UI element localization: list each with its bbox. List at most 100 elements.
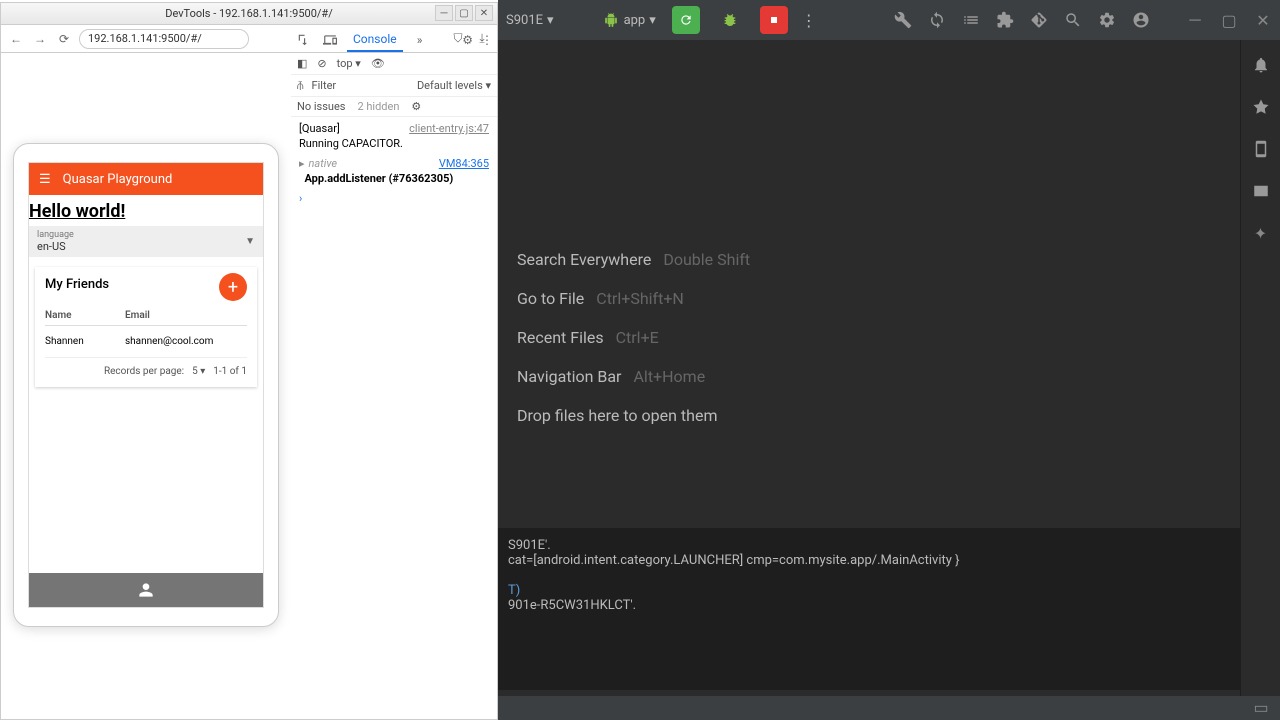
rpp-select[interactable]: 5 ▾	[192, 366, 205, 377]
notifications-icon[interactable]	[1252, 56, 1270, 74]
welcome-search-key: Double Shift	[663, 250, 750, 269]
app-title: Quasar Playground	[63, 172, 173, 187]
select-value: en-US	[37, 240, 255, 253]
log-body: App.addListener (#76362305)	[304, 172, 453, 185]
live-expression-icon[interactable]: 👁	[371, 57, 385, 70]
welcome-nav-key: Alt+Home	[633, 367, 705, 386]
context-selector[interactable]: top ▾	[337, 57, 361, 70]
expand-caret-icon[interactable]: ▸	[299, 157, 305, 170]
ide-run-output[interactable]: S901E'. cat=[android.intent.category.LAU…	[498, 528, 1240, 690]
device-manager-icon[interactable]	[1252, 140, 1270, 158]
log-body: Running CAPACITOR.	[299, 137, 403, 150]
log-source-link[interactable]: client-entry.js:47	[409, 121, 489, 136]
run-button[interactable]	[672, 6, 700, 34]
emulator-icon[interactable]	[1252, 182, 1270, 200]
menu-icon[interactable]: ☰	[39, 172, 51, 187]
build-icon[interactable]	[894, 11, 912, 29]
welcome-goto-key: Ctrl+Shift+N	[596, 289, 684, 308]
hidden-count: 2 hidden	[357, 100, 399, 113]
account-icon[interactable]	[1132, 11, 1150, 29]
filter-input[interactable]: Filter	[312, 79, 337, 92]
term-l1: S901E'.	[508, 538, 551, 553]
ai-icon[interactable]: ✦	[1252, 224, 1270, 242]
plugin-icon[interactable]	[996, 11, 1014, 29]
console-log-row: VM84:365 ▸native App.addListener (#76362…	[299, 156, 489, 187]
ide-welcome-panel: Search Everywhere Double Shift Go to File…	[517, 250, 750, 445]
person-icon[interactable]	[136, 580, 156, 600]
search-icon[interactable]	[1064, 11, 1082, 29]
minimize-button[interactable]: ─	[435, 5, 453, 21]
more-tabs-icon[interactable]: »	[411, 31, 429, 49]
welcome-search: Search Everywhere	[517, 250, 651, 269]
sidebar-toggle-icon[interactable]: ◧	[297, 57, 307, 70]
ide-toolbar: S901E ▾ app ▾ ⋮ ─ ▢ ✕	[498, 0, 1280, 40]
maximize-button[interactable]: ▢	[455, 5, 473, 21]
app-footer	[29, 573, 263, 607]
app-viewport: ☰ Quasar Playground Hello world! languag…	[28, 162, 264, 608]
col-name[interactable]: Name	[45, 310, 125, 321]
welcome-goto: Go to File	[517, 289, 584, 308]
close-icon[interactable]: ✕	[1254, 11, 1272, 29]
back-button[interactable]: ←	[7, 30, 25, 48]
ide-right-toolwindow-bar: ✦	[1240, 40, 1280, 720]
no-issues-label: No issues	[297, 100, 345, 113]
structure-icon[interactable]	[962, 11, 980, 29]
forward-button[interactable]: →	[31, 30, 49, 48]
clear-console-icon[interactable]: ⊘	[317, 57, 326, 70]
chevron-down-icon: ▼	[245, 236, 255, 247]
console-log-row: client-entry.js:47 [Quasar] Running CAPA…	[299, 121, 489, 152]
table-row[interactable]: Shannen shannen@cool.com	[45, 326, 247, 358]
console-issues-bar: No issues 2 hidden ⚙	[291, 97, 497, 117]
debug-button[interactable]	[716, 6, 744, 34]
close-button[interactable]: ✕	[475, 5, 493, 21]
device-label: S901E	[506, 13, 543, 28]
friends-card: My Friends + Name Email Shannen shannen@…	[35, 267, 257, 387]
devtools-tab-bar: Console » ⚙ ⋮	[291, 27, 497, 53]
console-output[interactable]: client-entry.js:47 [Quasar] Running CAPA…	[291, 117, 497, 719]
device-toggle-icon[interactable]	[321, 31, 339, 49]
inspect-icon[interactable]	[295, 31, 313, 49]
window-titlebar[interactable]: DevTools - 192.168.1.141:9500/#/ ─ ▢ ✕	[1, 3, 497, 25]
card-title: My Friends	[45, 277, 247, 292]
add-friend-button[interactable]: +	[219, 273, 247, 301]
log-source-link[interactable]: VM84:365	[439, 156, 489, 171]
reload-button[interactable]: ⟳	[55, 30, 73, 48]
welcome-recent: Recent Files	[517, 328, 604, 347]
gradle-icon[interactable]	[1252, 98, 1270, 116]
console-prompt[interactable]: ›	[299, 191, 489, 206]
address-bar[interactable]: 192.168.1.141:9500/#/	[79, 29, 249, 49]
android-icon	[602, 11, 620, 29]
run-config-selector[interactable]: app ▾	[602, 11, 656, 29]
chevron-down-icon: ▾	[649, 13, 656, 28]
issues-settings-icon[interactable]: ⚙	[411, 100, 421, 113]
sync-icon[interactable]	[928, 11, 946, 29]
settings-icon[interactable]	[1098, 11, 1116, 29]
minimize-icon[interactable]: ─	[1186, 11, 1204, 29]
ide-status-bar	[498, 696, 1280, 720]
log-tag: [Quasar]	[299, 122, 340, 135]
stop-button[interactable]	[760, 6, 788, 34]
term-l2: cat=[android.intent.category.LAUNCHER] c…	[508, 553, 960, 568]
term-l3: T)	[508, 583, 520, 598]
tab-console[interactable]: Console	[347, 28, 403, 52]
console-toolbar-1: ◧ ⊘ top ▾ 👁	[291, 53, 497, 75]
maximize-icon[interactable]: ▢	[1220, 11, 1238, 29]
log-levels-selector[interactable]: Default levels ▾	[417, 79, 491, 92]
select-label: language	[37, 230, 255, 240]
col-email[interactable]: Email	[125, 310, 247, 321]
device-selector[interactable]: S901E ▾	[506, 13, 554, 28]
more-icon[interactable]: ⋮	[800, 11, 818, 29]
friends-table: Name Email Shannen shannen@cool.com Reco…	[45, 310, 247, 377]
window-title: DevTools - 192.168.1.141:9500/#/	[165, 7, 333, 20]
app-body: Hello world! language en-US ▼ My Friends…	[29, 195, 263, 573]
git-icon[interactable]	[1030, 11, 1048, 29]
device-preview-frame: ☰ Quasar Playground Hello world! languag…	[13, 143, 279, 627]
language-select[interactable]: language en-US ▼	[29, 226, 263, 257]
page-heading: Hello world!	[29, 195, 263, 226]
devtools-menu-icon[interactable]: ⋮	[481, 33, 493, 47]
rpp-label: Records per page:	[104, 366, 184, 377]
chevron-down-icon: ▾	[547, 13, 554, 28]
terminal-icon[interactable]: ▭	[1252, 698, 1270, 716]
table-header: Name Email	[45, 310, 247, 326]
devtools-settings-icon[interactable]: ⚙	[462, 33, 473, 47]
